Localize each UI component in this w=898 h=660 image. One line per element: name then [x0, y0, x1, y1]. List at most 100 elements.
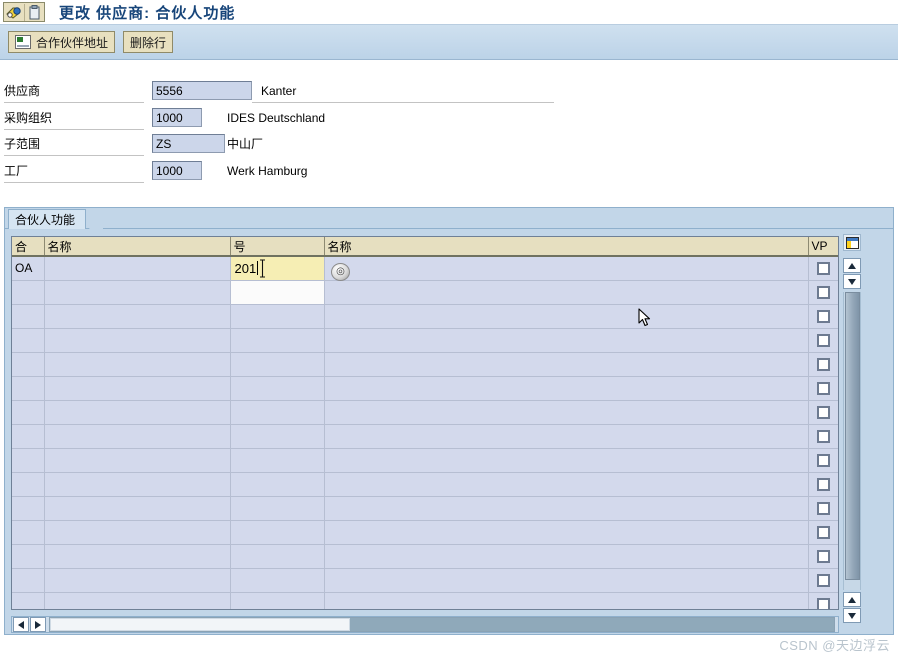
col-header-number[interactable]: 号 [230, 237, 325, 257]
cell-function-code[interactable]: OA [12, 256, 45, 281]
scroll-down-button[interactable] [843, 608, 861, 623]
vp-checkbox[interactable] [816, 526, 830, 540]
cell-function-code[interactable] [12, 568, 45, 593]
purch-org-input[interactable]: 1000 [152, 108, 202, 127]
table-row[interactable] [12, 352, 838, 377]
cell-function-name[interactable] [44, 352, 231, 377]
vp-checkbox[interactable] [816, 598, 830, 609]
cell-function-code[interactable] [12, 280, 45, 305]
vp-checkbox[interactable] [816, 478, 830, 492]
table-row[interactable] [12, 496, 838, 521]
cell-partner-name[interactable] [324, 352, 809, 377]
cell-function-code[interactable] [12, 520, 45, 545]
cell-function-name[interactable] [44, 496, 231, 521]
vp-checkbox[interactable] [816, 334, 830, 348]
table-row[interactable] [12, 592, 838, 609]
cell-number[interactable] [230, 448, 325, 473]
cell-partner-name[interactable] [324, 568, 809, 593]
table-row[interactable] [12, 544, 838, 569]
cell-function-name[interactable] [44, 592, 231, 609]
cell-number[interactable] [230, 592, 325, 609]
cell-function-name[interactable] [44, 256, 231, 281]
horizontal-scroll-thumb[interactable] [50, 618, 350, 631]
tab-partner-functions[interactable]: 合伙人功能 [8, 209, 87, 229]
cell-function-name[interactable] [44, 424, 231, 449]
cell-number[interactable] [230, 304, 325, 329]
vp-checkbox[interactable] [816, 406, 830, 420]
vp-checkbox[interactable] [816, 262, 830, 276]
vp-checkbox[interactable] [816, 382, 830, 396]
vendor-input[interactable]: 5556 [152, 81, 252, 100]
cell-partner-name[interactable] [324, 304, 809, 329]
horizontal-scrollbar[interactable] [11, 616, 839, 633]
sap-partner-icon[interactable] [5, 4, 24, 21]
scroll-page-up-button[interactable] [843, 274, 861, 289]
cell-function-name[interactable] [44, 472, 231, 497]
system-icon-group[interactable] [3, 2, 45, 22]
cell-number[interactable] [230, 400, 325, 425]
table-row[interactable] [12, 568, 838, 593]
col-header-function-code[interactable]: 合 [12, 237, 45, 257]
partner-address-button[interactable]: 合作伙伴地址 [8, 31, 116, 53]
cell-function-name[interactable] [44, 280, 231, 305]
vertical-scroll-track[interactable] [843, 292, 861, 590]
cell-partner-name[interactable] [324, 256, 809, 281]
cell-partner-name[interactable] [324, 520, 809, 545]
cell-function-code[interactable] [12, 304, 45, 329]
table-row[interactable] [12, 280, 838, 305]
number-input-active[interactable]: 201 [230, 257, 324, 280]
scroll-left-button[interactable] [13, 617, 29, 632]
vp-checkbox[interactable] [816, 358, 830, 372]
cell-function-code[interactable] [12, 400, 45, 425]
cell-number[interactable] [230, 472, 325, 497]
cell-partner-name[interactable] [324, 400, 809, 425]
col-header-vp[interactable]: VP [808, 237, 838, 257]
cell-number[interactable] [230, 496, 325, 521]
cell-function-name[interactable] [44, 520, 231, 545]
cell-function-code[interactable] [12, 328, 45, 353]
col-header-partner-name[interactable]: 名称 [324, 237, 809, 257]
vp-checkbox[interactable] [816, 286, 830, 300]
cell-function-code[interactable] [12, 424, 45, 449]
delete-row-button[interactable]: 删除行 [123, 31, 174, 53]
table-settings-icon[interactable] [843, 234, 861, 251]
cell-number[interactable] [230, 520, 325, 545]
cell-number[interactable] [230, 376, 325, 401]
vp-checkbox[interactable] [816, 310, 830, 324]
vp-checkbox[interactable] [816, 502, 830, 516]
cell-partner-name[interactable] [324, 280, 809, 305]
cell-function-name[interactable] [44, 400, 231, 425]
table-row[interactable] [12, 400, 838, 425]
cell-function-code[interactable] [12, 544, 45, 569]
vp-checkbox[interactable] [816, 430, 830, 444]
table-row[interactable] [12, 520, 838, 545]
cell-function-code[interactable] [12, 592, 45, 609]
cell-function-name[interactable] [44, 544, 231, 569]
cell-function-code[interactable] [12, 448, 45, 473]
plant-input[interactable]: 1000 [152, 161, 202, 180]
cell-number[interactable] [230, 424, 325, 449]
vp-checkbox[interactable] [816, 574, 830, 588]
cell-function-name[interactable] [44, 448, 231, 473]
cell-function-code[interactable] [12, 352, 45, 377]
cell-number[interactable] [230, 280, 325, 305]
cell-number[interactable] [230, 328, 325, 353]
cell-partner-name[interactable] [324, 496, 809, 521]
cell-partner-name[interactable] [324, 376, 809, 401]
col-header-function-name[interactable]: 名称 [44, 237, 231, 257]
vertical-scroll-thumb[interactable] [845, 292, 860, 580]
clipboard-icon[interactable] [24, 3, 43, 21]
cell-number[interactable] [230, 544, 325, 569]
cell-function-name[interactable] [44, 328, 231, 353]
cell-partner-name[interactable] [324, 424, 809, 449]
cell-function-name[interactable] [44, 376, 231, 401]
vp-checkbox[interactable] [816, 454, 830, 468]
scroll-right-button[interactable] [30, 617, 46, 632]
table-row[interactable] [12, 448, 838, 473]
subrange-input[interactable]: ZS [152, 134, 225, 153]
vertical-scrollbar[interactable] [843, 258, 861, 624]
cell-partner-name[interactable] [324, 592, 809, 609]
cell-function-name[interactable] [44, 568, 231, 593]
table-row[interactable]: OA 201 [12, 256, 838, 281]
cell-function-code[interactable] [12, 376, 45, 401]
